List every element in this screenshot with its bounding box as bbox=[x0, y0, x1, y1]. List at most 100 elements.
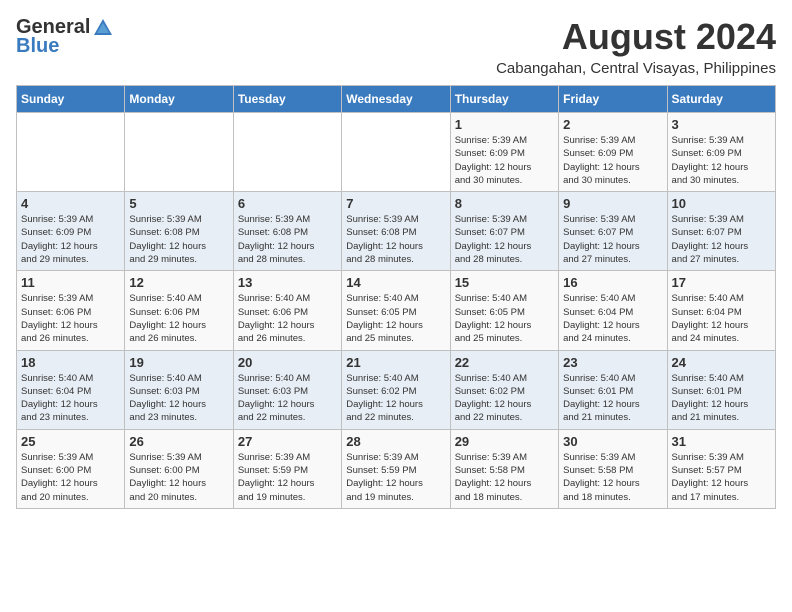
calendar-subtitle: Cabangahan, Central Visayas, Philippines bbox=[496, 60, 776, 77]
day-info: Sunrise: 5:39 AM Sunset: 6:07 PM Dayligh… bbox=[563, 213, 662, 266]
day-info: Sunrise: 5:39 AM Sunset: 5:58 PM Dayligh… bbox=[455, 451, 554, 504]
calendar-cell: 30 Sunrise: 5:39 AM Sunset: 5:58 PM Dayli… bbox=[559, 429, 667, 508]
calendar-cell bbox=[233, 113, 341, 192]
day-header-thursday: Thursday bbox=[450, 86, 558, 113]
calendar-cell: 25 Sunrise: 5:39 AM Sunset: 6:00 PM Dayli… bbox=[17, 429, 125, 508]
day-number: 11 bbox=[21, 275, 120, 290]
day-info: Sunrise: 5:40 AM Sunset: 6:03 PM Dayligh… bbox=[129, 372, 228, 425]
day-info: Sunrise: 5:39 AM Sunset: 6:07 PM Dayligh… bbox=[672, 213, 771, 266]
day-number: 25 bbox=[21, 434, 120, 449]
calendar-cell: 2 Sunrise: 5:39 AM Sunset: 6:09 PM Daylig… bbox=[559, 113, 667, 192]
calendar-cell: 15 Sunrise: 5:40 AM Sunset: 6:05 PM Dayli… bbox=[450, 271, 558, 350]
day-info: Sunrise: 5:40 AM Sunset: 6:02 PM Dayligh… bbox=[455, 372, 554, 425]
day-info: Sunrise: 5:39 AM Sunset: 6:09 PM Dayligh… bbox=[21, 213, 120, 266]
calendar-cell: 26 Sunrise: 5:39 AM Sunset: 6:00 PM Dayli… bbox=[125, 429, 233, 508]
day-number: 3 bbox=[672, 117, 771, 132]
logo-blue: Blue bbox=[16, 35, 59, 58]
calendar-cell bbox=[17, 113, 125, 192]
calendar-cell: 27Sunrise: 5:39 AM Sunset: 5:59 PM Dayli… bbox=[233, 429, 341, 508]
day-number: 5 bbox=[129, 196, 228, 211]
calendar-cell: 18 Sunrise: 5:40 AM Sunset: 6:04 PM Dayli… bbox=[17, 350, 125, 429]
calendar-cell: 23Sunrise: 5:40 AM Sunset: 6:01 PM Dayli… bbox=[559, 350, 667, 429]
day-number: 1 bbox=[455, 117, 554, 132]
day-info: Sunrise: 5:39 AM Sunset: 6:09 PM Dayligh… bbox=[672, 134, 771, 187]
calendar-cell: 17Sunrise: 5:40 AM Sunset: 6:04 PM Dayli… bbox=[667, 271, 775, 350]
day-number: 27 bbox=[238, 434, 337, 449]
day-info: Sunrise: 5:39 AM Sunset: 5:58 PM Dayligh… bbox=[563, 451, 662, 504]
calendar-cell: 12Sunrise: 5:40 AM Sunset: 6:06 PM Dayli… bbox=[125, 271, 233, 350]
day-number: 21 bbox=[346, 355, 445, 370]
calendar-cell: 31 Sunrise: 5:39 AM Sunset: 5:57 PM Dayli… bbox=[667, 429, 775, 508]
calendar-cell: 22 Sunrise: 5:40 AM Sunset: 6:02 PM Dayli… bbox=[450, 350, 558, 429]
day-number: 13 bbox=[238, 275, 337, 290]
day-info: Sunrise: 5:40 AM Sunset: 6:04 PM Dayligh… bbox=[563, 292, 662, 345]
calendar-cell: 11Sunrise: 5:39 AM Sunset: 6:06 PM Dayli… bbox=[17, 271, 125, 350]
day-number: 22 bbox=[455, 355, 554, 370]
day-info: Sunrise: 5:39 AM Sunset: 6:09 PM Dayligh… bbox=[563, 134, 662, 187]
calendar-cell: 7 Sunrise: 5:39 AM Sunset: 6:08 PM Daylig… bbox=[342, 192, 450, 271]
day-info: Sunrise: 5:40 AM Sunset: 6:05 PM Dayligh… bbox=[455, 292, 554, 345]
calendar-cell: 6 Sunrise: 5:39 AM Sunset: 6:08 PM Daylig… bbox=[233, 192, 341, 271]
day-number: 7 bbox=[346, 196, 445, 211]
day-number: 16 bbox=[563, 275, 662, 290]
day-number: 10 bbox=[672, 196, 771, 211]
day-info: Sunrise: 5:40 AM Sunset: 6:06 PM Dayligh… bbox=[238, 292, 337, 345]
day-info: Sunrise: 5:40 AM Sunset: 6:02 PM Dayligh… bbox=[346, 372, 445, 425]
day-header-wednesday: Wednesday bbox=[342, 86, 450, 113]
day-number: 15 bbox=[455, 275, 554, 290]
calendar-table: SundayMondayTuesdayWednesdayThursdayFrid… bbox=[16, 85, 776, 509]
day-info: Sunrise: 5:39 AM Sunset: 6:07 PM Dayligh… bbox=[455, 213, 554, 266]
day-number: 19 bbox=[129, 355, 228, 370]
calendar-week-1: 1 Sunrise: 5:39 AM Sunset: 6:09 PM Daylig… bbox=[17, 113, 776, 192]
calendar-title: August 2024 bbox=[496, 16, 776, 58]
day-header-sunday: Sunday bbox=[17, 86, 125, 113]
calendar-cell: 13 Sunrise: 5:40 AM Sunset: 6:06 PM Dayli… bbox=[233, 271, 341, 350]
day-header-saturday: Saturday bbox=[667, 86, 775, 113]
day-number: 6 bbox=[238, 196, 337, 211]
calendar-cell: 16 Sunrise: 5:40 AM Sunset: 6:04 PM Dayli… bbox=[559, 271, 667, 350]
day-info: Sunrise: 5:40 AM Sunset: 6:01 PM Dayligh… bbox=[672, 372, 771, 425]
calendar-cell: 1Sunrise: 5:39 AM Sunset: 6:09 PM Daylig… bbox=[450, 113, 558, 192]
title-block: August 2024 Cabangahan, Central Visayas,… bbox=[496, 16, 776, 77]
day-number: 4 bbox=[21, 196, 120, 211]
day-info: Sunrise: 5:39 AM Sunset: 6:08 PM Dayligh… bbox=[346, 213, 445, 266]
day-info: Sunrise: 5:39 AM Sunset: 6:08 PM Dayligh… bbox=[238, 213, 337, 266]
calendar-cell: 4 Sunrise: 5:39 AM Sunset: 6:09 PM Daylig… bbox=[17, 192, 125, 271]
calendar-week-3: 11Sunrise: 5:39 AM Sunset: 6:06 PM Dayli… bbox=[17, 271, 776, 350]
calendar-header-row: SundayMondayTuesdayWednesdayThursdayFrid… bbox=[17, 86, 776, 113]
logo: General Blue bbox=[16, 16, 114, 58]
day-number: 31 bbox=[672, 434, 771, 449]
day-info: Sunrise: 5:39 AM Sunset: 5:57 PM Dayligh… bbox=[672, 451, 771, 504]
day-info: Sunrise: 5:39 AM Sunset: 6:00 PM Dayligh… bbox=[129, 451, 228, 504]
calendar-cell: 9Sunrise: 5:39 AM Sunset: 6:07 PM Daylig… bbox=[559, 192, 667, 271]
day-number: 24 bbox=[672, 355, 771, 370]
day-header-friday: Friday bbox=[559, 86, 667, 113]
day-number: 12 bbox=[129, 275, 228, 290]
calendar-cell: 24 Sunrise: 5:40 AM Sunset: 6:01 PM Dayli… bbox=[667, 350, 775, 429]
day-info: Sunrise: 5:40 AM Sunset: 6:04 PM Dayligh… bbox=[672, 292, 771, 345]
logo-icon bbox=[92, 17, 114, 39]
day-number: 30 bbox=[563, 434, 662, 449]
day-number: 29 bbox=[455, 434, 554, 449]
day-number: 28 bbox=[346, 434, 445, 449]
calendar-cell: 10 Sunrise: 5:39 AM Sunset: 6:07 PM Dayli… bbox=[667, 192, 775, 271]
calendar-cell: 20Sunrise: 5:40 AM Sunset: 6:03 PM Dayli… bbox=[233, 350, 341, 429]
calendar-cell: 21 Sunrise: 5:40 AM Sunset: 6:02 PM Dayli… bbox=[342, 350, 450, 429]
day-header-tuesday: Tuesday bbox=[233, 86, 341, 113]
day-info: Sunrise: 5:39 AM Sunset: 6:08 PM Dayligh… bbox=[129, 213, 228, 266]
day-number: 18 bbox=[21, 355, 120, 370]
day-number: 26 bbox=[129, 434, 228, 449]
page-header: General Blue August 2024 Cabangahan, Cen… bbox=[16, 16, 776, 77]
calendar-cell: 14Sunrise: 5:40 AM Sunset: 6:05 PM Dayli… bbox=[342, 271, 450, 350]
calendar-cell: 29 Sunrise: 5:39 AM Sunset: 5:58 PM Dayli… bbox=[450, 429, 558, 508]
calendar-cell bbox=[125, 113, 233, 192]
day-number: 2 bbox=[563, 117, 662, 132]
day-number: 20 bbox=[238, 355, 337, 370]
day-header-monday: Monday bbox=[125, 86, 233, 113]
day-number: 8 bbox=[455, 196, 554, 211]
calendar-cell: 5 Sunrise: 5:39 AM Sunset: 6:08 PM Daylig… bbox=[125, 192, 233, 271]
day-info: Sunrise: 5:40 AM Sunset: 6:04 PM Dayligh… bbox=[21, 372, 120, 425]
day-info: Sunrise: 5:39 AM Sunset: 5:59 PM Dayligh… bbox=[346, 451, 445, 504]
calendar-week-2: 4 Sunrise: 5:39 AM Sunset: 6:09 PM Daylig… bbox=[17, 192, 776, 271]
day-info: Sunrise: 5:39 AM Sunset: 6:00 PM Dayligh… bbox=[21, 451, 120, 504]
